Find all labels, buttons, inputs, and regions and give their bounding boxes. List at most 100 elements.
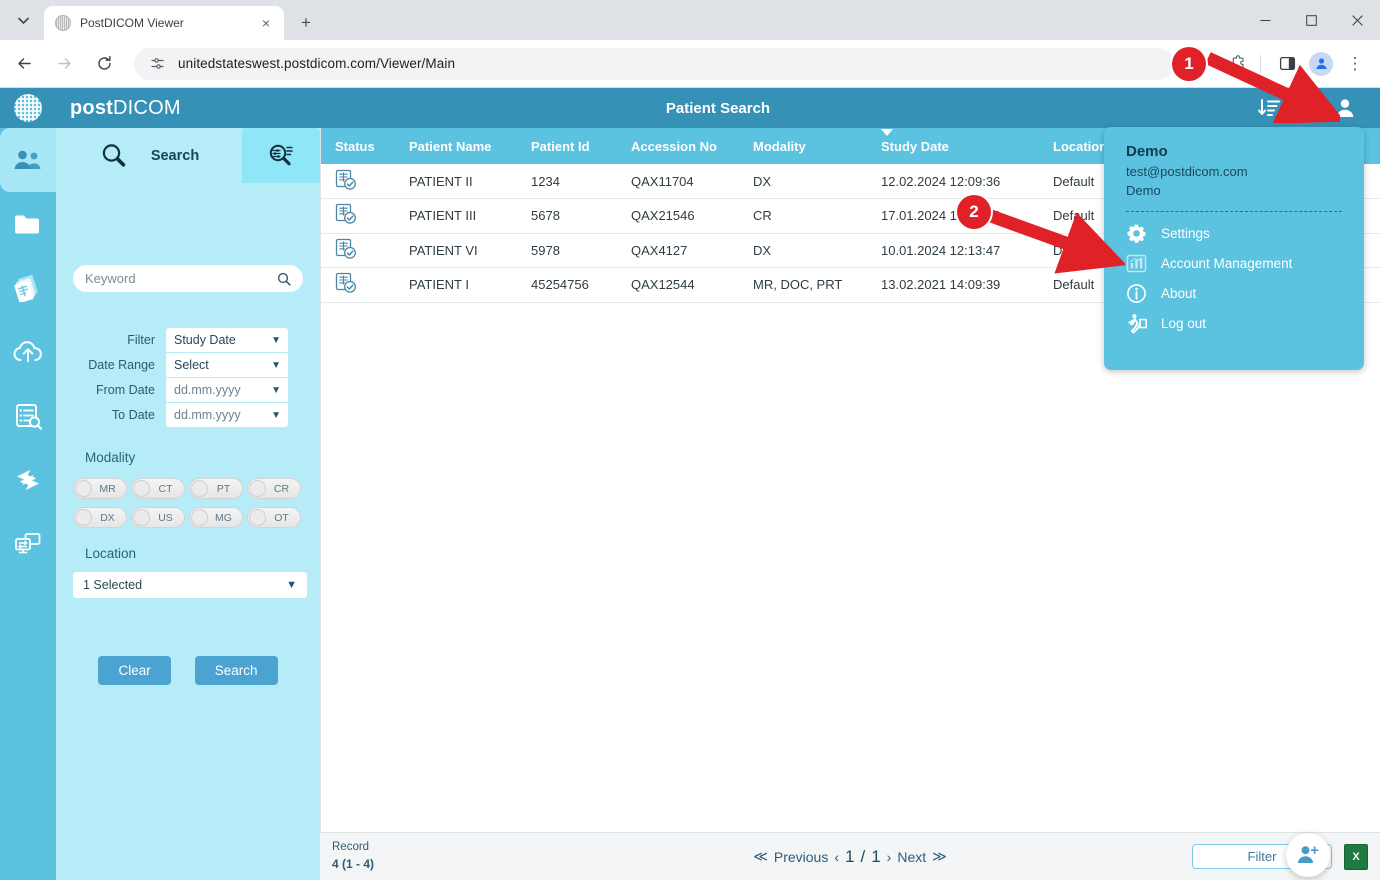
modality-toggle-ot[interactable]: OT <box>247 507 301 528</box>
column-patient-id[interactable]: Patient Id <box>517 128 617 164</box>
tab-search[interactable]: Search <box>56 128 242 183</box>
minimize-button[interactable] <box>1242 0 1288 40</box>
field-label: From Date <box>56 383 166 397</box>
next-arrow-icon[interactable]: › <box>887 849 892 865</box>
cell-accession-no: QAX4127 <box>617 233 739 268</box>
toggle-knob <box>249 509 266 526</box>
cell-study-date: 13.02.2021 14:09:39 <box>867 268 1039 303</box>
toggle-knob <box>133 480 150 497</box>
close-window-button[interactable] <box>1334 0 1380 40</box>
sidebar-item-studies[interactable] <box>0 256 56 320</box>
annotation-number: 2 <box>969 202 978 222</box>
location-select-value: 1 Selected <box>83 578 142 592</box>
modality-toggle-cr[interactable]: CR <box>247 478 301 499</box>
cell-status[interactable] <box>321 268 395 303</box>
tab-search-button[interactable] <box>4 7 42 35</box>
excel-export-icon[interactable]: X <box>1344 844 1368 870</box>
chrome-menu-icon[interactable]: ⋮ <box>1340 49 1370 79</box>
sidebar-item-upload[interactable] <box>0 320 56 384</box>
browser-tab[interactable]: PostDICOM Viewer × <box>44 6 284 40</box>
modality-toggle-mr[interactable]: MR <box>73 478 127 499</box>
clear-button[interactable]: Clear <box>98 656 170 685</box>
modality-toggle-us[interactable]: US <box>131 507 185 528</box>
last-page-button[interactable]: ≫ <box>932 848 947 865</box>
sidebar-item-remote-desktop[interactable] <box>0 512 56 576</box>
field-date-range: Date Range Select ▼ <box>56 353 320 377</box>
chrome-profile-button[interactable] <box>1306 49 1336 79</box>
page-separator: / <box>860 847 865 867</box>
cell-modality: CR <box>739 199 867 234</box>
site-settings-icon[interactable] <box>148 55 166 73</box>
maximize-button[interactable] <box>1288 0 1334 40</box>
chevron-down-icon: ▼ <box>271 410 281 421</box>
field-label: Date Range <box>56 358 166 372</box>
address-bar[interactable]: unitedstateswest.postdicom.com/Viewer/Ma… <box>134 48 1174 80</box>
column-study-date[interactable]: Study Date <box>867 128 1039 164</box>
modality-toggle-dx[interactable]: DX <box>73 507 127 528</box>
column-accession-no[interactable]: Accession No <box>617 128 739 164</box>
sidebar-item-sync[interactable] <box>0 448 56 512</box>
menu-item-account-management[interactable]: Account Management <box>1104 248 1364 278</box>
add-patient-fab[interactable] <box>1286 833 1330 877</box>
sidebar-item-reports-search[interactable] <box>0 384 56 448</box>
address-bar-url: unitedstateswest.postdicom.com/Viewer/Ma… <box>178 56 455 71</box>
extensions-icon[interactable] <box>1223 49 1253 79</box>
record-value: 4 (1 - 4) <box>332 857 374 871</box>
filter-select[interactable]: Study Date ▼ <box>166 328 288 352</box>
reload-button[interactable] <box>88 48 120 80</box>
new-tab-button[interactable]: + <box>292 8 320 36</box>
date-range-select[interactable]: Select ▼ <box>166 353 288 377</box>
prev-arrow-icon[interactable]: ‹ <box>834 849 839 865</box>
column-patient-name[interactable]: Patient Name <box>395 128 517 164</box>
close-tab-icon[interactable]: × <box>256 13 276 33</box>
sidebar-item-patients[interactable] <box>0 128 56 192</box>
next-page-button[interactable]: Next <box>897 849 926 865</box>
cell-modality: DX <box>739 164 867 199</box>
tab-advanced-search[interactable] <box>242 128 320 183</box>
modality-toggle-pt[interactable]: PT <box>189 478 243 499</box>
location-select[interactable]: 1 Selected ▼ <box>73 572 307 598</box>
recycle-bin-icon[interactable] <box>1298 98 1316 118</box>
column-status[interactable]: Status <box>321 128 395 164</box>
user-account-icon[interactable] <box>1334 97 1356 119</box>
cell-status[interactable] <box>321 164 395 199</box>
menu-item-label: Account Management <box>1161 256 1292 271</box>
side-panel-icon[interactable] <box>1272 49 1302 79</box>
previous-page-button[interactable]: Previous <box>774 849 828 865</box>
filter-select-value: Study Date <box>174 333 236 347</box>
column-modality[interactable]: Modality <box>739 128 867 164</box>
user-name: Demo <box>1104 143 1364 160</box>
current-page: 1 <box>845 847 854 867</box>
keyword-search-box[interactable] <box>73 265 303 292</box>
cell-status[interactable] <box>321 233 395 268</box>
toggle-knob <box>249 480 266 497</box>
field-label: Filter <box>56 333 166 347</box>
annotation-number: 1 <box>1184 54 1193 74</box>
field-to-date: To Date dd.mm.yyyy ▼ <box>56 403 320 427</box>
back-button[interactable] <box>8 48 40 80</box>
tab-title: PostDICOM Viewer <box>80 16 256 30</box>
first-page-button[interactable]: ≪ <box>753 848 768 865</box>
cell-patient-name: PATIENT VI <box>395 233 517 268</box>
modality-toggle-mg[interactable]: MG <box>189 507 243 528</box>
cell-status[interactable] <box>321 199 395 234</box>
menu-item-settings[interactable]: Settings <box>1104 218 1364 248</box>
modality-toggle-ct[interactable]: CT <box>131 478 185 499</box>
from-date-select[interactable]: dd.mm.yyyy ▼ <box>166 378 288 402</box>
excel-letter: X <box>1352 851 1359 863</box>
menu-item-label: About <box>1161 286 1196 301</box>
menu-item-logout[interactable]: Log out <box>1104 308 1364 338</box>
search-button[interactable]: Search <box>195 656 278 685</box>
toggle-knob <box>191 480 208 497</box>
forward-button[interactable] <box>48 48 80 80</box>
chevron-down-icon: ▼ <box>271 335 281 346</box>
sort-descending-icon[interactable] <box>1258 98 1280 118</box>
sidebar-item-folders[interactable] <box>0 192 56 256</box>
modality-label: MR <box>92 483 126 495</box>
to-date-select[interactable]: dd.mm.yyyy ▼ <box>166 403 288 427</box>
menu-item-about[interactable]: About <box>1104 278 1364 308</box>
report-check-icon <box>335 203 357 225</box>
cell-accession-no: QAX21546 <box>617 199 739 234</box>
cell-study-date: 17.01.2024 12:13:22 <box>867 199 1039 234</box>
keyword-input[interactable] <box>85 271 277 286</box>
